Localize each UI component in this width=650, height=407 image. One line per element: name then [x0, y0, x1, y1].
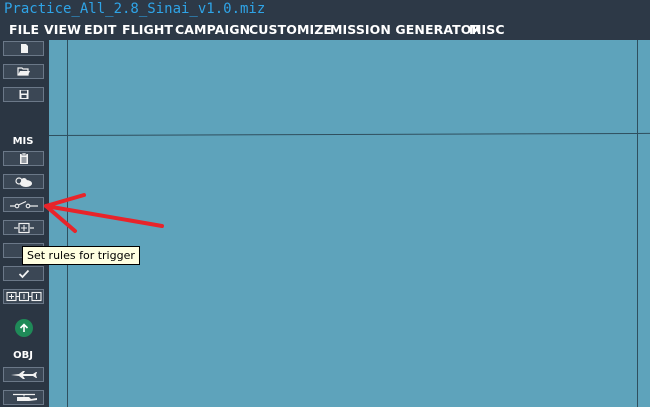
title-bar: Practice_All_2.8_Sinai_v1.0.miz	[0, 0, 650, 20]
menu-bar: FILE VIEW EDIT FLIGHT CAMPAIGN CUSTOMIZE…	[0, 20, 650, 40]
arrow-up-circle-icon	[19, 323, 29, 332]
mission-briefing-button[interactable]	[3, 151, 44, 166]
map-view[interactable]	[49, 40, 650, 407]
upload-button[interactable]	[15, 319, 33, 337]
weather-button[interactable]	[3, 174, 44, 189]
flow-button[interactable]	[3, 289, 44, 304]
flow-grid-icon	[5, 291, 42, 302]
map-grid-line-vertical	[637, 40, 638, 407]
trigger-switch-icon	[9, 200, 38, 209]
obj-section-label: OBJ	[13, 350, 33, 361]
new-document-icon	[20, 44, 28, 53]
add-helicopter-button[interactable]	[3, 390, 44, 405]
open-file-button[interactable]	[3, 64, 44, 79]
map-grid-line-vertical	[67, 40, 68, 407]
menu-file[interactable]: FILE	[9, 22, 39, 37]
menu-customize[interactable]: CUSTOMIZE	[249, 22, 332, 37]
floppy-disk-icon	[19, 90, 28, 99]
window-title: Practice_All_2.8_Sinai_v1.0.miz	[4, 1, 266, 17]
new-file-button[interactable]	[3, 41, 44, 56]
trigger-rules-button[interactable]	[3, 197, 44, 212]
checkmark-icon	[18, 269, 29, 278]
menu-view[interactable]: VIEW	[44, 22, 81, 37]
aircraft-icon	[10, 370, 37, 379]
menu-flight[interactable]: FLIGHT	[122, 22, 173, 37]
map-grid-line-horizontal	[49, 132, 650, 136]
helicopter-icon	[12, 393, 37, 401]
menu-misc[interactable]: MISC	[469, 22, 505, 37]
menu-mission-generator[interactable]: MISSION GENERATOR	[330, 22, 481, 37]
checkmark-button[interactable]	[3, 266, 44, 281]
menu-campaign[interactable]: CAMPAIGN	[175, 22, 250, 37]
folder-open-icon	[16, 67, 30, 76]
zone-icon	[13, 222, 34, 233]
save-file-button[interactable]	[3, 87, 44, 102]
cloud-sun-icon	[14, 176, 32, 187]
trigger-rules-tooltip: Set rules for trigger	[22, 246, 140, 265]
left-toolbar: MIS OBJ	[0, 40, 49, 407]
mis-section-label: MIS	[12, 136, 34, 147]
clipboard-icon	[19, 152, 28, 164]
menu-edit[interactable]: EDIT	[84, 22, 117, 37]
add-aircraft-button[interactable]	[3, 367, 44, 382]
trigger-zone-button[interactable]	[3, 220, 44, 235]
